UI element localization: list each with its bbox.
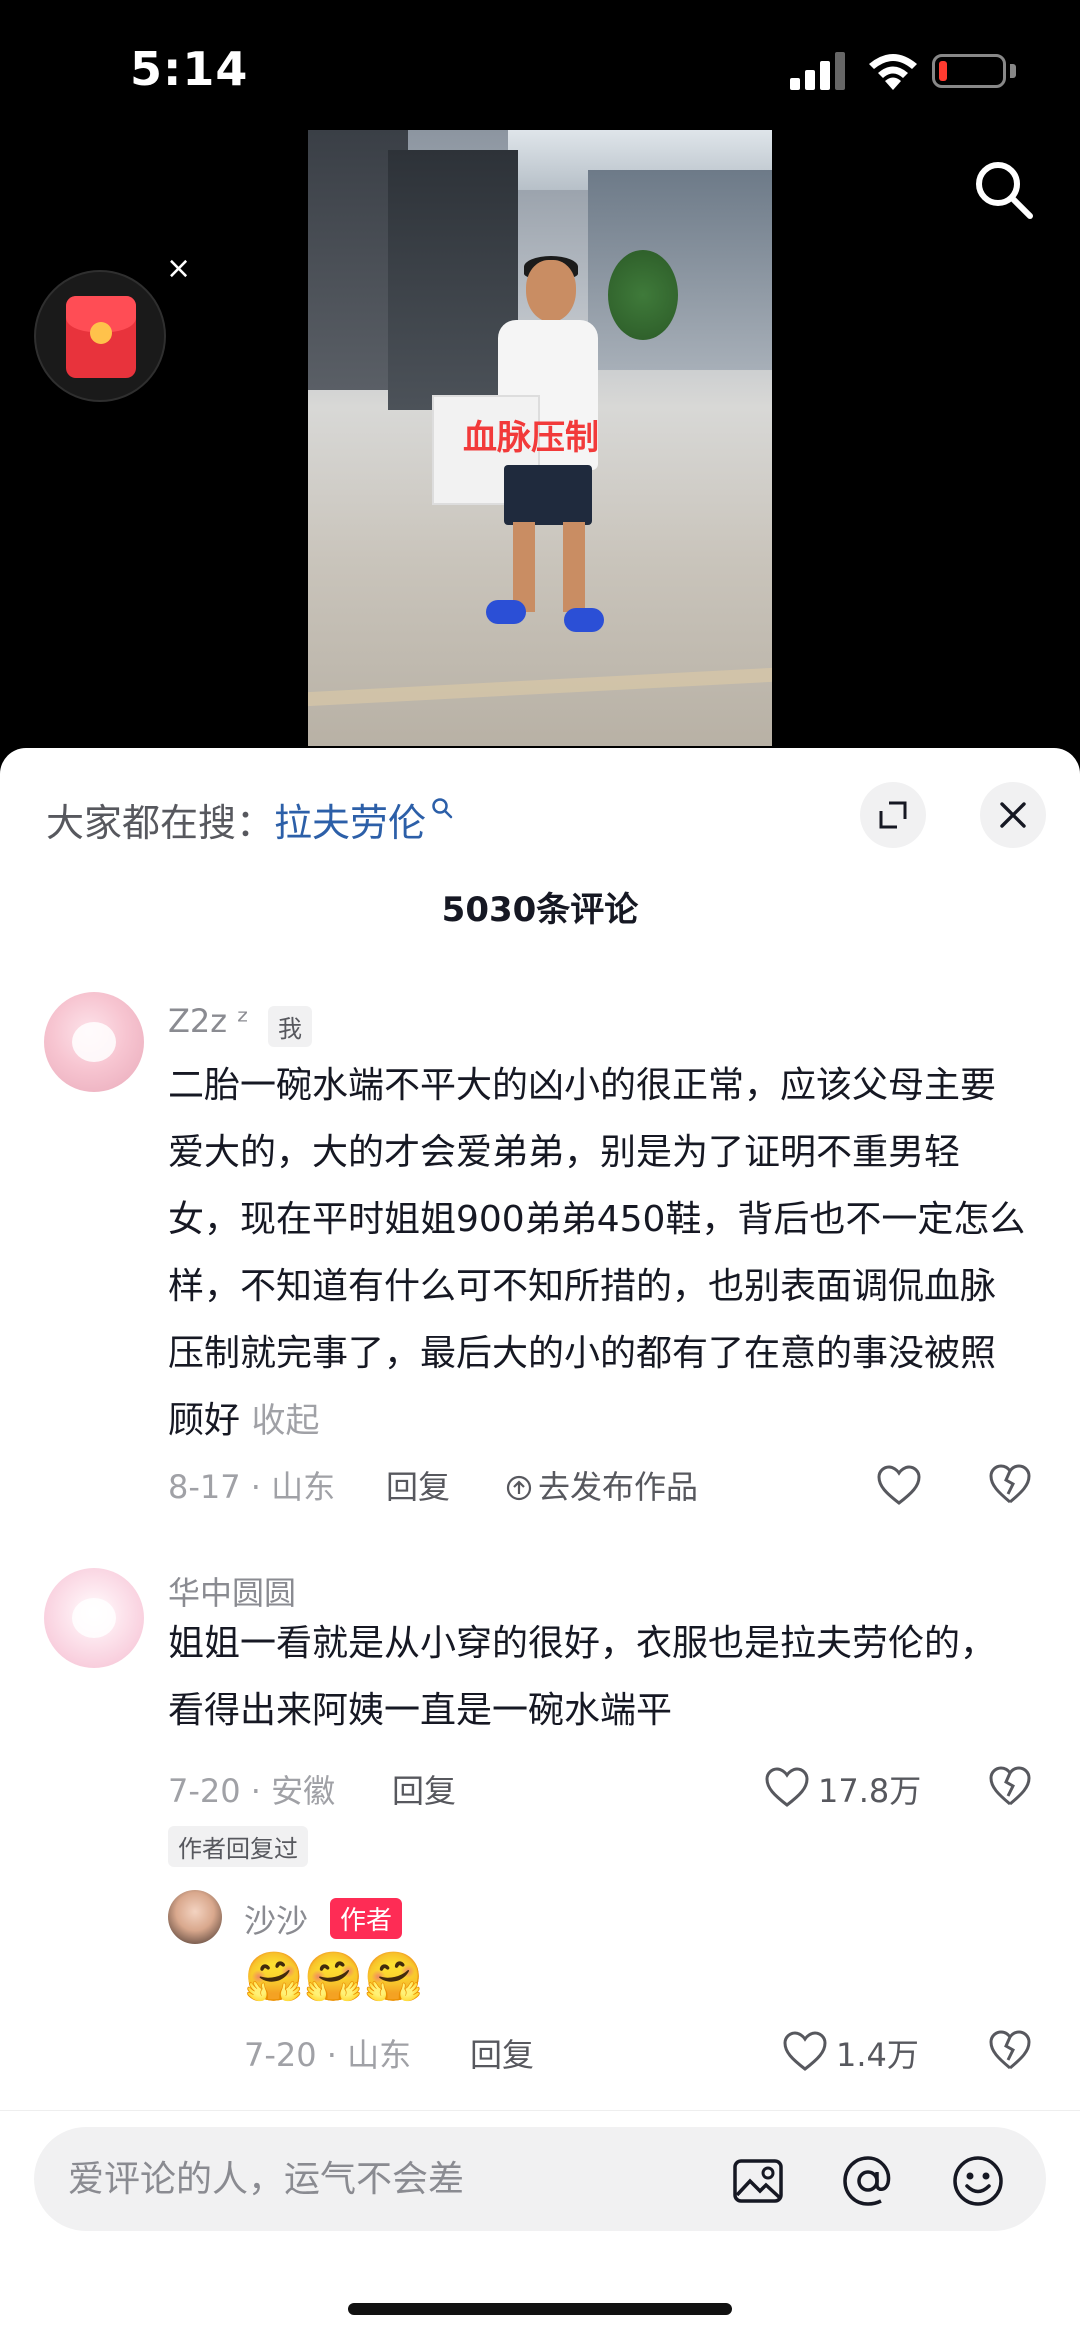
comment-text[interactable]: 🤗🤗🤗 [244,1948,423,2005]
close-red-packet-icon[interactable]: × [166,254,191,284]
close-sheet-button[interactable] [980,782,1046,848]
hot-search-prefix: 大家都在搜： [46,801,275,845]
expand-icon [879,801,907,829]
like-icon[interactable] [782,2030,828,2072]
comment-input-bar [0,2110,1080,2337]
comment-username[interactable]: 华中圆圆 [168,1568,296,1614]
comment-date-location: 8-17 · 山东 [168,1468,336,1506]
reply-button[interactable]: 回复 [470,2030,534,2076]
dislike-icon[interactable] [988,1764,1032,1808]
like-count: 17.8万 [818,1772,922,1810]
comment-text[interactable]: 二胎一碗水端不平大的凶小的很正常，应该父母主要爱大的，大的才会爱弟弟，别是为了证… [168,1052,1028,1455]
search-small-icon [432,798,453,819]
mention-icon[interactable] [840,2153,896,2209]
comment-text[interactable]: 姐姐一看就是从小穿的很好，衣服也是拉夫劳伦的，看得出来阿姨一直是一碗水端平 [168,1610,1028,1744]
dislike-icon[interactable] [988,2028,1032,2072]
dislike-icon[interactable] [988,1462,1032,1506]
status-time: 5:14 [130,42,249,96]
comment-username[interactable]: 沙沙 [244,1896,308,1942]
reply-button[interactable]: 回复 [392,1766,456,1812]
avatar[interactable] [44,1568,144,1668]
upload-icon [506,1475,532,1501]
comment-username[interactable]: Z2z ᶻ [168,1002,249,1040]
comment-input-container[interactable] [34,2127,1046,2231]
close-icon [1000,802,1026,828]
status-bar: 5:14 [0,0,1080,140]
home-indicator [348,2303,732,2315]
battery-icon [932,54,1006,88]
search-icon[interactable] [972,158,1034,220]
reply-button[interactable]: 回复 [386,1462,450,1508]
image-icon[interactable] [730,2153,786,2209]
emoji-icon[interactable] [950,2153,1006,2209]
me-tag: 我 [268,1006,312,1047]
collapse-link[interactable]: 收起 [251,1401,319,1441]
red-packet-button[interactable] [34,270,166,402]
like-count: 1.4万 [836,2036,919,2074]
avatar[interactable] [44,992,144,1092]
hot-search[interactable]: 大家都在搜：拉夫劳伦 [46,792,454,847]
cellular-signal-icon [790,52,845,90]
wifi-icon [869,54,917,90]
hot-search-keyword[interactable]: 拉夫劳伦 [274,801,426,845]
avatar[interactable] [168,1890,222,1944]
expand-button[interactable] [860,782,926,848]
comment-date-location: 7-20 · 山东 [244,2036,412,2074]
comment-input[interactable] [68,2127,708,2231]
video-player[interactable]: 血脉压制 [308,130,772,746]
author-replied-badge: 作者回复过 [168,1826,308,1867]
publish-work-button[interactable]: 去发布作品 [506,1462,698,1508]
like-icon[interactable] [764,1766,810,1808]
battery-cap [1010,64,1016,78]
author-tag: 作者 [330,1898,403,1939]
like-icon[interactable] [876,1464,922,1506]
video-caption: 血脉压制 [463,418,599,458]
comment-date-location: 7-20 · 安徽 [168,1772,336,1810]
comment-count-title: 5030条评论 [441,890,639,930]
comment-sheet: 大家都在搜：拉夫劳伦 5030条评论 Z2z ᶻ 我 二胎一碗水端不平大的凶小的… [0,748,1080,2337]
